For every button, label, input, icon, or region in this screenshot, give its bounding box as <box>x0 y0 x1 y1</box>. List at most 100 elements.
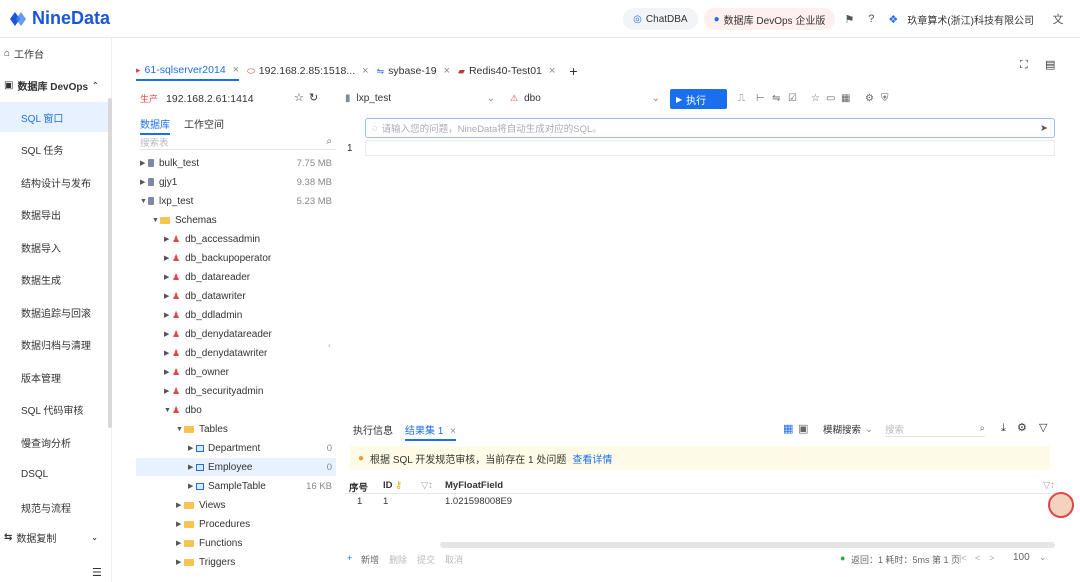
sidebar-item[interactable]: 版本管理 <box>0 362 110 392</box>
horizontal-scrollbar[interactable] <box>440 542 1055 548</box>
run-button[interactable]: ▶ 执行 <box>670 89 727 109</box>
ai-question-input[interactable]: ◌ 请输入您的问题，NineData将自动生成对应的SQL。 ➤ <box>365 118 1055 138</box>
tree-node[interactable]: ▶ Functions <box>136 534 336 552</box>
save-icon[interactable]: ▦ <box>841 93 850 104</box>
collapsed-arrow-icon[interactable]: ▶ <box>176 558 184 566</box>
table-row[interactable]: 1 1 1.021598008E9 <box>345 494 1055 510</box>
sidebar-item[interactable]: SQL 代码审核 <box>0 395 110 425</box>
sidebar-item[interactable]: 结构设计与发布 <box>0 167 110 197</box>
column-header-myfloatfield[interactable]: MyFloatField <box>445 480 503 491</box>
nav-workbench[interactable]: ⌂ 工作台 <box>0 38 110 68</box>
company-name[interactable]: 玖章算术(浙江)科技有限公司 <box>907 12 1034 27</box>
chatdba-button[interactable]: ◎ ChatDBA <box>623 8 698 30</box>
refresh-icon[interactable]: ↻ <box>309 91 318 104</box>
tree-node[interactable]: ▶ ♟ db_accessadmin <box>136 230 336 248</box>
sidebar-item[interactable]: 慢查询分析 <box>0 427 110 457</box>
tab-result-set[interactable]: 结果集 1 × <box>405 422 456 441</box>
collapse-menu-icon[interactable]: ☰ <box>92 566 102 579</box>
share-icon[interactable]: ⇋ <box>772 93 780 104</box>
add-tab-icon[interactable]: + <box>569 63 577 79</box>
tree-node[interactable]: ▶ ♟ db_denydatawriter <box>136 344 336 362</box>
tab-connection[interactable]: ▸ 61-sqlserver2014 × <box>136 61 240 81</box>
view-details-link[interactable]: 查看详情 <box>572 451 612 466</box>
tab-connection[interactable]: ▰ Redis40-Test01 × <box>458 61 555 81</box>
form-view-icon[interactable]: ▣ <box>798 422 808 435</box>
tree-node[interactable]: ▼ Tables <box>136 420 336 438</box>
collapsed-arrow-icon[interactable]: ▶ <box>164 254 172 262</box>
tree-node[interactable]: ▶ ♟ db_backupoperator <box>136 249 336 267</box>
tree-node[interactable]: ▶ ♟ db_datawriter <box>136 287 336 305</box>
expanded-arrow-icon[interactable]: ▼ <box>176 426 184 433</box>
sidebar-item[interactable]: SQL 窗口 <box>0 102 110 132</box>
tree-node[interactable]: ▼ lxp_test 5.23 MB <box>136 192 336 210</box>
page-size-select[interactable]: 100 <box>1013 552 1030 563</box>
search-mode-select[interactable]: 模糊搜索 ⌄ <box>823 421 879 437</box>
expanded-arrow-icon[interactable]: ▼ <box>164 407 172 414</box>
collapsed-arrow-icon[interactable]: ▶ <box>164 349 172 357</box>
notification-icon[interactable]: ⚑ <box>841 11 857 27</box>
next-page-icon[interactable]: > <box>989 553 994 563</box>
prev-page-icon[interactable]: < <box>975 553 980 563</box>
delete-row-button[interactable]: 删除 <box>389 553 407 566</box>
add-row-icon[interactable]: + <box>347 553 352 563</box>
tree-node[interactable]: ▶ Procedures <box>136 515 336 533</box>
collapsed-arrow-icon[interactable]: ▶ <box>176 501 184 509</box>
column-header-id[interactable]: ID ⚷ <box>383 480 402 491</box>
tree-node[interactable]: ▼ ♟ dbo <box>136 401 336 419</box>
collapsed-arrow-icon[interactable]: ▶ <box>176 520 184 528</box>
cell-myfloatfield[interactable]: 1.021598008E9 <box>445 496 512 507</box>
tree-node[interactable]: ▶ ♟ db_securityadmin <box>136 382 336 400</box>
tree-node[interactable]: ▶ Views <box>136 496 336 514</box>
tab-exec-info[interactable]: 执行信息 <box>353 422 393 437</box>
nav-devops[interactable]: ▣ 数据库 DevOps ⌃ <box>0 70 110 100</box>
tree-node[interactable]: ▶ ♟ db_owner <box>136 363 336 381</box>
sidebar-item[interactable]: 数据生成 <box>0 265 110 295</box>
export-icon[interactable]: ⤓ <box>1001 422 1006 435</box>
collapsed-arrow-icon[interactable]: ▶ <box>164 292 172 300</box>
tab-connection[interactable]: ⬭ 192.168.2.85:1518... × <box>247 61 368 81</box>
collapsed-arrow-icon[interactable]: ▶ <box>164 387 172 395</box>
database-select[interactable]: ▮ lxp_test ⌄ <box>345 88 495 108</box>
ninedata-logo[interactable]: NineData <box>8 8 110 29</box>
filter-icon[interactable]: ▽↕ <box>1043 480 1055 491</box>
star-icon[interactable]: ☆ <box>294 91 304 104</box>
collapsed-arrow-icon[interactable]: ▶ <box>164 273 172 281</box>
layout-icon[interactable]: ▤ <box>1045 58 1055 71</box>
help-icon[interactable]: ? <box>863 11 879 27</box>
sidebar-item[interactable]: 数据导出 <box>0 200 110 230</box>
collapsed-arrow-icon[interactable]: ▶ <box>164 368 172 376</box>
settings-icon[interactable]: ⚙ <box>865 93 874 104</box>
assistant-avatar[interactable] <box>1048 492 1074 518</box>
tree-node[interactable]: ▶ ♟ db_denydatareader <box>136 325 336 343</box>
collapsed-arrow-icon[interactable]: ▶ <box>140 159 148 167</box>
devops-edition-button[interactable]: ● 数据库 DevOps 企业版 <box>703 8 836 30</box>
nav-replication[interactable]: ⇆ 数据复制 ⌄ <box>0 522 110 552</box>
first-page-icon[interactable]: |< <box>959 553 967 563</box>
tab-workspace[interactable]: 工作空间 <box>184 116 224 135</box>
collapsed-arrow-icon[interactable]: ▶ <box>188 463 196 471</box>
sidebar-item[interactable]: 数据追踪与回滚 <box>0 297 110 327</box>
bookmark-icon[interactable]: ☆ <box>811 93 820 104</box>
schema-select[interactable]: ⚠ dbo ⌄ <box>510 88 660 108</box>
commit-button[interactable]: 提交 <box>417 553 435 566</box>
plan-icon[interactable]: ⎍ <box>738 93 745 104</box>
shield-icon[interactable]: ⛨ <box>881 93 889 104</box>
collapsed-arrow-icon[interactable]: ▶ <box>164 235 172 243</box>
folder-icon[interactable]: ▭ <box>826 93 835 104</box>
cell-id[interactable]: 1 <box>383 496 388 507</box>
tab-connection[interactable]: ⇋ sybase-19 × <box>377 61 450 81</box>
collapse-icon[interactable]: ▽ <box>1039 421 1047 434</box>
filter-icon[interactable]: ▽↕ <box>421 480 433 491</box>
add-row-button[interactable]: 新增 <box>361 553 379 566</box>
tree-search-input[interactable]: 搜索表 ⌕ <box>140 134 336 150</box>
tree-node[interactable]: ▶ gjy1 9.38 MB <box>136 173 336 191</box>
sidebar-item[interactable]: 规范与流程 <box>0 492 110 522</box>
tree-node[interactable]: ▶ Triggers <box>136 553 336 571</box>
sidebar-item[interactable]: 数据导入 <box>0 232 110 262</box>
panel-collapse-handle[interactable]: ‹ <box>328 340 331 350</box>
column-header-index[interactable]: 序号 <box>349 480 368 494</box>
collapsed-arrow-icon[interactable]: ▶ <box>176 539 184 547</box>
search-icon[interactable]: ⌕ <box>326 136 332 147</box>
expanded-arrow-icon[interactable]: ▼ <box>152 217 160 224</box>
collapsed-arrow-icon[interactable]: ▶ <box>164 311 172 319</box>
